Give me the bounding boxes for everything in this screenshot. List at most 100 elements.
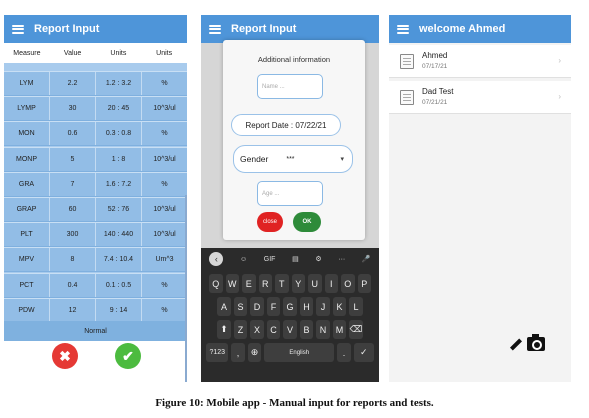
cell-value: 2.2 xyxy=(50,72,96,95)
scrollbar[interactable] xyxy=(185,195,187,382)
key-2[interactable]: X xyxy=(250,320,264,339)
dialog-title: Additional information xyxy=(257,55,331,64)
table-row[interactable]: GRAP 60 52 : 76 10^3/ul xyxy=(4,196,187,222)
name-input[interactable]: Name ... xyxy=(257,74,323,99)
symbols-key[interactable]: ?123 xyxy=(206,343,229,362)
confirm-button[interactable]: ✔ xyxy=(115,343,141,369)
table-row[interactable]: GRA 7 1.6 : 7.2% xyxy=(4,171,187,197)
table-row[interactable]: MONP 5 1 : 8 10^3/ul xyxy=(4,146,187,172)
figure-caption: Figure 10: Mobile app - Manual input for… xyxy=(155,397,434,409)
additional-info-dialog: Additional information Name ... Report D… xyxy=(223,40,365,240)
cell-units: 10^3/ul xyxy=(153,155,176,163)
key-8[interactable]: ⌫ xyxy=(349,320,363,339)
cell-value: 0.6 xyxy=(50,122,96,146)
key-8[interactable]: O xyxy=(341,274,355,293)
key-0[interactable]: A xyxy=(217,297,231,316)
cell-measure: GRAP xyxy=(4,197,50,221)
welcome-screen: welcome Ahmed Ahmed 07/17/21 › Dad Test … xyxy=(389,15,571,382)
table-row[interactable]: MON 0.6 0.3 : 0.8% xyxy=(4,121,187,147)
camera-icon[interactable] xyxy=(527,334,545,351)
key-6[interactable]: J xyxy=(316,297,330,316)
list-item[interactable]: Dad Test 07/21/21 › xyxy=(389,81,571,114)
report-table: LYM 2.2 1.2 : 3.2% LYMP 30 20 : 45 10^3/ul MON 0… xyxy=(4,63,187,323)
chevron-right-icon: › xyxy=(558,56,561,65)
key-3[interactable]: R xyxy=(258,274,272,293)
period-key[interactable]: . xyxy=(337,343,351,362)
key-6[interactable]: N xyxy=(316,320,330,339)
key-3[interactable]: C xyxy=(266,320,281,339)
cell-value: 5 xyxy=(50,147,96,171)
comma-key[interactable]: , xyxy=(231,343,245,362)
keyboard-back-icon[interactable]: ‹ xyxy=(209,252,224,266)
key-1[interactable]: Z xyxy=(233,320,248,339)
cell-value: 12 xyxy=(50,298,96,322)
menu-icon[interactable] xyxy=(397,24,409,34)
key-7[interactable]: M xyxy=(332,320,347,339)
table-row[interactable]: LYM 2.2 1.2 : 3.2% xyxy=(4,71,187,96)
menu-icon[interactable] xyxy=(12,24,24,34)
gender-label: Gender xyxy=(240,154,269,164)
settings-gear-icon[interactable]: ⚙ xyxy=(315,255,321,263)
keyboard: ‹ ☺ GIF ▤ ⚙ ··· 🎤 QWERTYUIOP ASDFGHJKL ⬆… xyxy=(201,248,379,382)
more-icon[interactable]: ··· xyxy=(338,256,345,263)
key-8[interactable]: L xyxy=(349,297,363,316)
table-row[interactable]: LYMP 30 20 : 45 10^3/ul xyxy=(4,96,187,122)
mic-icon[interactable]: 🎤 xyxy=(362,255,371,263)
list-item[interactable]: Ahmed 07/17/21 › xyxy=(389,45,571,78)
gender-select[interactable]: Gender *** ▾ xyxy=(233,145,353,173)
gif-button[interactable]: GIF xyxy=(264,256,276,263)
key-1[interactable]: W xyxy=(225,274,239,293)
keyboard-row-1: QWERTYUIOP xyxy=(201,274,379,293)
table-row[interactable]: PLT 300 140 : 440 10^3/ul xyxy=(4,222,187,248)
chevron-right-icon: › xyxy=(558,92,561,101)
app-title: welcome Ahmed xyxy=(419,23,506,35)
cell-value: 8 xyxy=(50,248,96,272)
key-9[interactable]: P xyxy=(357,274,371,293)
key-0[interactable]: Q xyxy=(209,274,223,293)
ok-button[interactable]: OK xyxy=(293,212,321,232)
cell-range: 7.4 : 10.4 xyxy=(96,248,142,272)
cell-range: 1.6 : 7.2 xyxy=(96,172,142,196)
key-4[interactable]: G xyxy=(283,297,297,316)
clipboard-icon[interactable]: ▤ xyxy=(292,255,299,263)
key-2[interactable]: D xyxy=(250,297,264,316)
pencil-icon[interactable] xyxy=(510,337,524,351)
header-measure: Measure xyxy=(13,49,41,57)
key-7[interactable]: I xyxy=(324,274,338,293)
cancel-button[interactable]: ✖ xyxy=(52,343,78,369)
cell-units: % xyxy=(161,306,168,314)
table-row[interactable]: MPV 8 7.4 : 10.4 Um^3 xyxy=(4,247,187,273)
space-key[interactable]: English xyxy=(264,343,335,362)
cell-value: 300 xyxy=(50,223,96,247)
key-4[interactable]: T xyxy=(275,274,289,293)
cell-units: 10^3/ul xyxy=(153,205,176,213)
key-5[interactable]: B xyxy=(299,320,314,339)
app-title: Report Input xyxy=(34,23,100,35)
report-date-field[interactable]: Report Date : 07/22/21 xyxy=(231,114,341,136)
key-3[interactable]: F xyxy=(266,297,281,316)
key-1[interactable]: S xyxy=(233,297,248,316)
key-0[interactable]: ⬆ xyxy=(217,320,231,339)
key-7[interactable]: K xyxy=(332,297,347,316)
key-6[interactable]: U xyxy=(308,274,322,293)
cell-value: 7 xyxy=(50,172,96,196)
age-input[interactable]: Age ... xyxy=(257,181,323,206)
keyboard-row-2: ASDFGHJKL xyxy=(201,297,379,316)
key-2[interactable]: E xyxy=(242,274,256,293)
enter-key[interactable]: ✓ xyxy=(353,343,374,362)
app-title: Report Input xyxy=(231,23,297,35)
table-row[interactable]: PDW 12 9 : 14% xyxy=(4,297,187,323)
cell-range: 0.3 : 0.8 xyxy=(96,122,142,146)
cell-range: 140 : 440 xyxy=(96,223,142,247)
close-button[interactable]: close xyxy=(257,212,283,232)
cell-units: % xyxy=(161,281,168,289)
emoji-icon[interactable]: ☺ xyxy=(240,256,247,263)
key-5[interactable]: Y xyxy=(291,274,305,293)
globe-icon[interactable]: ⊕ xyxy=(247,343,262,362)
table-row[interactable]: PCT 0.4 0.1 : 0.5% xyxy=(4,272,187,298)
cell-units: Um^3 xyxy=(155,256,174,264)
cell-value: 60 xyxy=(50,197,96,221)
key-4[interactable]: V xyxy=(283,320,297,339)
menu-icon[interactable] xyxy=(209,24,221,34)
key-5[interactable]: H xyxy=(299,297,314,316)
